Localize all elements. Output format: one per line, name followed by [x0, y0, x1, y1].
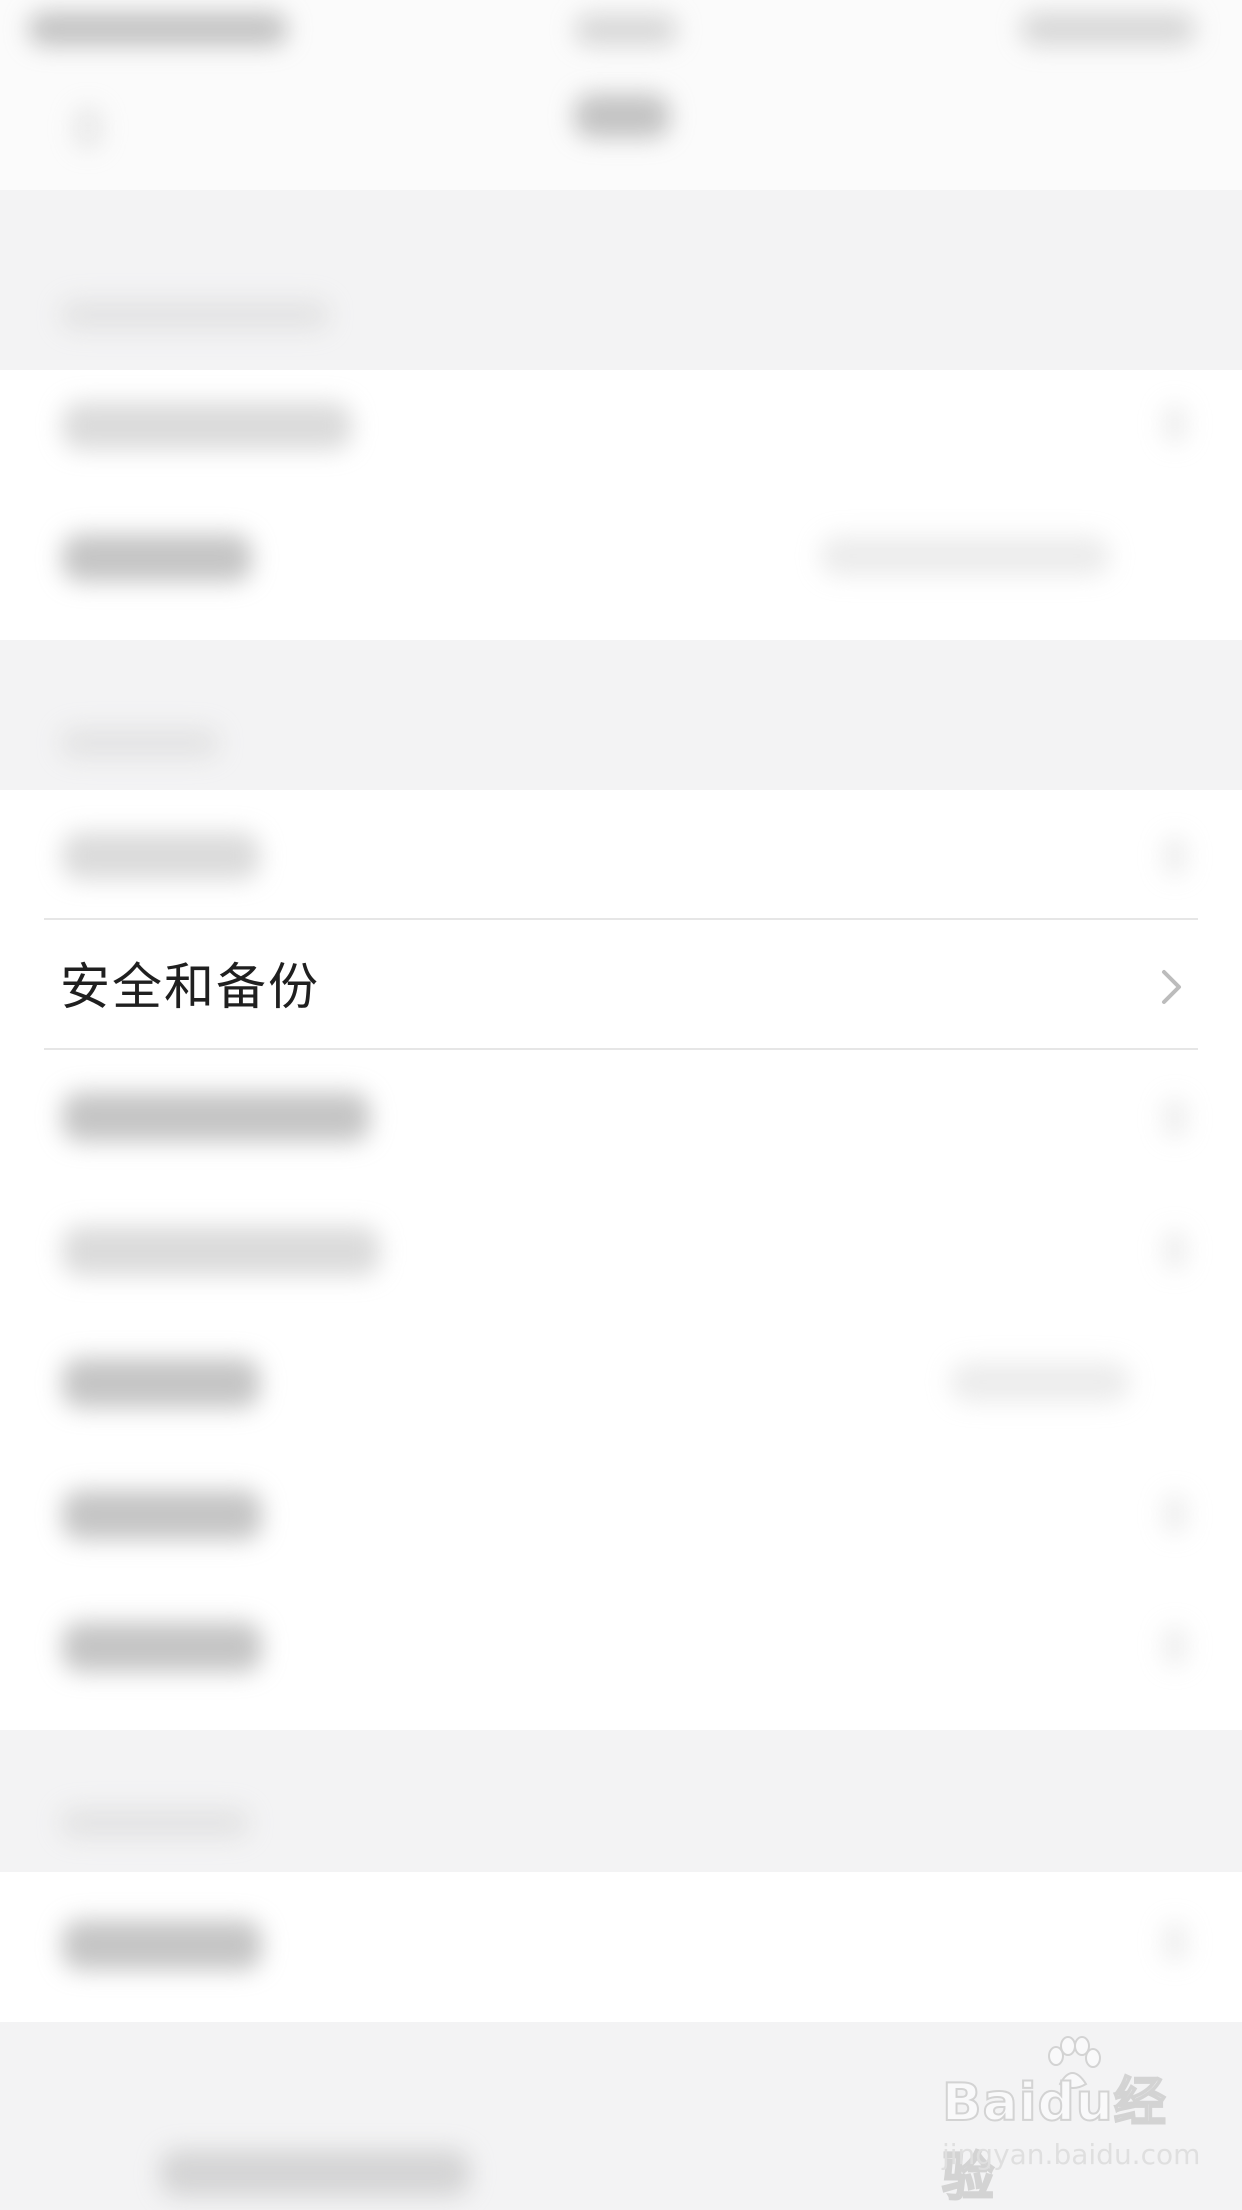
settings-row-6-value	[950, 1362, 1130, 1402]
chevron-right-icon	[1162, 970, 1181, 1004]
settings-row-5-label[interactable]	[62, 1226, 380, 1276]
page-title	[574, 94, 670, 138]
status-bar-time	[574, 14, 678, 46]
section-header-1	[60, 300, 330, 330]
security-backup-label: 安全和备份	[60, 958, 320, 1016]
settings-row-6-label[interactable]	[62, 1358, 260, 1408]
settings-row-9-label[interactable]	[62, 1920, 262, 1970]
settings-row-1-chevron	[1164, 404, 1186, 444]
section-header-3	[60, 1808, 250, 1838]
section-header-2	[60, 728, 220, 758]
bottom-item-label[interactable]	[160, 2150, 470, 2196]
settings-row-4-chevron	[1164, 1098, 1186, 1138]
back-button[interactable]	[74, 106, 102, 150]
watermark-url: jingyan.baidu.com	[942, 2138, 1201, 2171]
settings-row-5-chevron	[1164, 1230, 1186, 1270]
divider-above-focused-row	[44, 918, 1198, 920]
baidu-jingyan-watermark: Baidu经验 jingyan.baidu.com	[941, 2036, 1200, 2209]
settings-row-8-label[interactable]	[62, 1622, 262, 1672]
settings-row-9-chevron	[1164, 1922, 1186, 1962]
status-bar-battery	[1020, 12, 1196, 46]
settings-row-2-value	[820, 536, 1110, 576]
settings-row-3-label[interactable]	[62, 832, 260, 880]
settings-row-7-chevron	[1164, 1494, 1186, 1534]
settings-row-4-label[interactable]	[62, 1092, 370, 1142]
watermark-brand: Baidu经验	[941, 2072, 1167, 2209]
settings-row-1-label[interactable]	[62, 402, 352, 450]
settings-row-3-chevron	[1164, 836, 1186, 876]
settings-row-2-label[interactable]	[62, 534, 252, 582]
divider-below-focused-row	[44, 1048, 1198, 1050]
settings-row-7-label[interactable]	[62, 1490, 262, 1540]
settings-row-security-backup[interactable]: 安全和备份	[0, 922, 1242, 1052]
settings-row-8-chevron	[1164, 1626, 1186, 1666]
status-bar-carrier	[28, 12, 288, 46]
